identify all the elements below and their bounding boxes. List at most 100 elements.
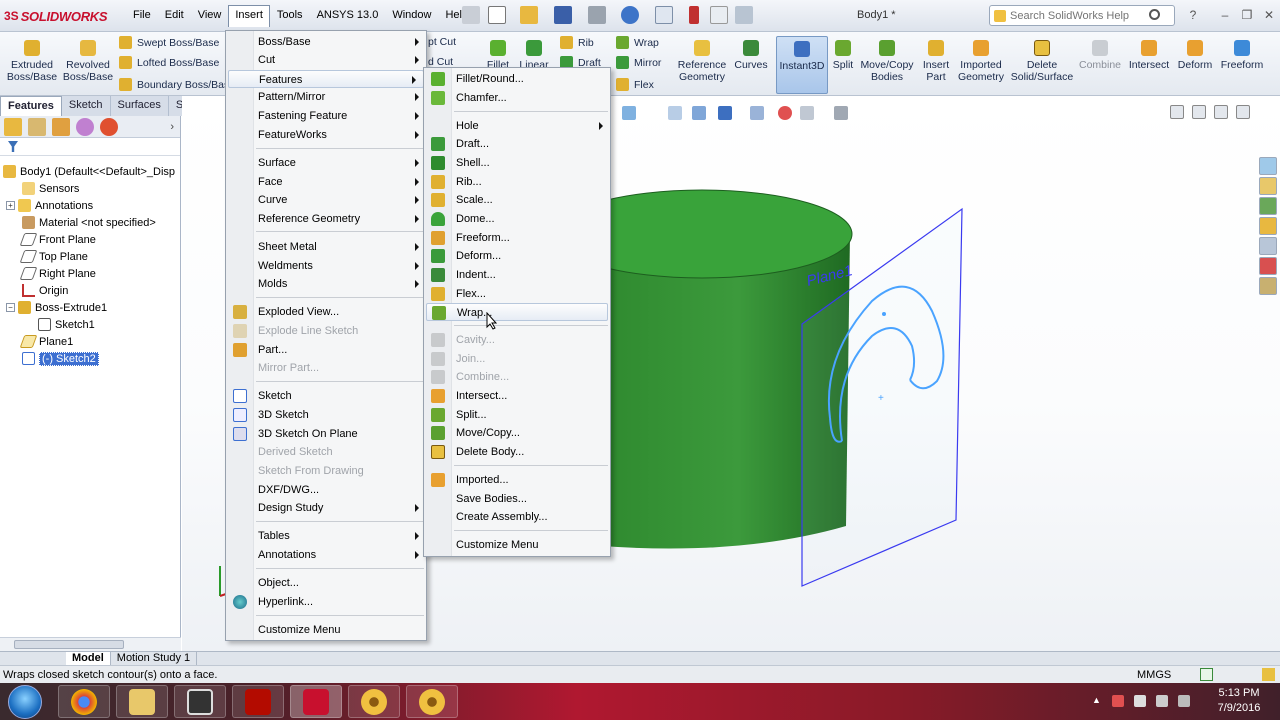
tree-item-sensors[interactable]: Sensors: [22, 180, 79, 197]
tree-item-plane1[interactable]: Plane1: [19, 333, 73, 350]
display-style-icon[interactable]: [718, 106, 732, 120]
appearance-icon[interactable]: [778, 106, 792, 120]
minimize-icon[interactable]: –: [1218, 8, 1232, 22]
notification-icon[interactable]: [1262, 668, 1275, 681]
menu-item-indent[interactable]: Indent...: [424, 266, 610, 284]
taskbar-app-flower1[interactable]: [348, 685, 400, 718]
help-bubble-icon[interactable]: [1200, 668, 1213, 681]
menu-item-weldments[interactable]: Weldments: [226, 257, 426, 275]
viewport-minimize-icon[interactable]: [1192, 105, 1206, 119]
menu-file[interactable]: File: [126, 5, 158, 27]
unit-system[interactable]: MMGS: [1137, 669, 1171, 681]
menu-item-create-assembly[interactable]: Create Assembly...: [424, 508, 610, 526]
help-icon[interactable]: ?: [1186, 8, 1200, 22]
menu-item-fastening-feature[interactable]: Fastening Feature: [226, 107, 426, 125]
tree-item-annotations[interactable]: + Annotations: [6, 197, 93, 214]
tab-surfaces[interactable]: Surfaces: [111, 96, 169, 116]
menu-item-freeform[interactable]: Freeform...: [424, 229, 610, 247]
feature-tree-tab-icon[interactable]: [4, 117, 22, 136]
menu-item-curve[interactable]: Curve: [226, 191, 426, 209]
menu-item-delete-body[interactable]: Delete Body...: [424, 443, 610, 461]
menu-ansys[interactable]: ANSYS 13.0: [310, 5, 386, 27]
custom-properties-icon[interactable]: [1259, 277, 1277, 295]
menu-item-combine[interactable]: Combine...: [424, 368, 610, 386]
file-explorer-icon[interactable]: [1259, 217, 1277, 235]
scene-icon[interactable]: [800, 106, 814, 120]
menu-item-chamfer[interactable]: Chamfer...: [424, 89, 610, 107]
linear-pattern-button[interactable]: Linear: [517, 36, 551, 71]
menu-item-explode-line-sketch[interactable]: Explode Line Sketch: [226, 322, 426, 340]
reference-geometry-button[interactable]: Reference Geometry: [676, 36, 728, 83]
menu-item-fillet-round[interactable]: Fillet/Round...: [424, 70, 610, 88]
view-orientation-icon[interactable]: [668, 106, 682, 120]
taskbar-explorer[interactable]: [116, 685, 168, 718]
deform-button[interactable]: Deform: [1176, 36, 1214, 71]
imported-geometry-button[interactable]: Imported Geometry: [957, 36, 1005, 83]
viewport-tile-icon[interactable]: [1170, 105, 1184, 119]
menu-item-hyperlink[interactable]: Hyperlink...: [226, 593, 426, 611]
menu-item-dxf-dwg[interactable]: DXF/DWG...: [226, 481, 426, 499]
menu-item-part[interactable]: Part...: [226, 341, 426, 359]
intersect-button[interactable]: Intersect: [1126, 36, 1172, 71]
taskbar-solidworks[interactable]: [290, 685, 342, 718]
menu-item-customize-menu[interactable]: Customize Menu: [226, 621, 426, 639]
delete-solid-surface-button[interactable]: Delete Solid/Surface: [1010, 36, 1074, 83]
undo-icon[interactable]: [621, 6, 639, 24]
options-icon[interactable]: [735, 6, 753, 24]
new-document-icon[interactable]: [488, 6, 506, 24]
menu-item-featureworks[interactable]: FeatureWorks: [226, 126, 426, 144]
rebuild-icon[interactable]: [689, 6, 699, 24]
taskbar-acrobat[interactable]: [232, 685, 284, 718]
appearances-icon[interactable]: [1259, 257, 1277, 275]
tray-volume-icon[interactable]: [1178, 695, 1190, 707]
property-manager-tab-icon[interactable]: [28, 117, 46, 136]
flex-button[interactable]: Flex: [616, 78, 654, 91]
collapse-icon[interactable]: −: [6, 303, 15, 312]
menu-item-3d-sketch-on-plane[interactable]: 3D Sketch On Plane: [226, 425, 426, 443]
tree-item-top-plane[interactable]: Top Plane: [19, 248, 88, 265]
tray-flag-icon[interactable]: [1134, 695, 1146, 707]
menu-item-object[interactable]: Object...: [226, 574, 426, 592]
tree-horizontal-scrollbar[interactable]: [0, 637, 181, 651]
swept-boss-button[interactable]: Swept Boss/Base: [119, 36, 219, 49]
menu-item-pattern-mirror[interactable]: Pattern/Mirror: [226, 88, 426, 106]
menu-view[interactable]: View: [191, 5, 229, 27]
tree-item-origin[interactable]: Origin: [22, 282, 68, 299]
print-icon[interactable]: [588, 6, 606, 24]
hide-show-icon[interactable]: [750, 106, 764, 120]
tree-root-part[interactable]: Body1 (Default<<Default>_Disp: [3, 163, 175, 180]
instant3d-button[interactable]: Instant3D: [776, 36, 828, 94]
view-settings-icon[interactable]: [834, 106, 848, 120]
menu-item-design-study[interactable]: Design Study: [226, 499, 426, 517]
menu-item-cut[interactable]: Cut: [226, 51, 426, 69]
tree-item-front-plane[interactable]: Front Plane: [19, 231, 96, 248]
help-search-input[interactable]: [1010, 9, 1150, 22]
curves-button[interactable]: Curves: [733, 36, 769, 71]
menu-item-join[interactable]: Join...: [424, 350, 610, 368]
menu-item-derived-sketch[interactable]: Derived Sketch: [226, 443, 426, 461]
display-manager-tab-icon[interactable]: [100, 117, 118, 136]
view-palette-icon[interactable]: [1259, 237, 1277, 255]
insert-part-button[interactable]: Insert Part: [918, 36, 954, 83]
combine-button[interactable]: Combine: [1078, 36, 1122, 71]
menu-item-sketch-from-drawing[interactable]: Sketch From Drawing: [226, 462, 426, 480]
menu-insert[interactable]: Insert: [228, 5, 270, 27]
taskbar-app-flower2[interactable]: [406, 685, 458, 718]
pin-icon[interactable]: [462, 6, 480, 24]
menu-item-surface[interactable]: Surface: [226, 154, 426, 172]
close-icon[interactable]: ✕: [1262, 8, 1276, 22]
tab-model[interactable]: Model: [66, 651, 111, 666]
lofted-boss-button[interactable]: Lofted Boss/Base: [119, 56, 219, 69]
menu-item-sheet-metal[interactable]: Sheet Metal: [226, 238, 426, 256]
menu-item-annotations[interactable]: Annotations: [226, 546, 426, 564]
restore-icon[interactable]: ❐: [1240, 8, 1254, 22]
start-button[interactable]: [8, 685, 42, 719]
menu-item-scale[interactable]: Scale...: [424, 191, 610, 209]
scrollbar-thumb[interactable]: [14, 640, 124, 649]
menu-item-hole[interactable]: Hole: [424, 117, 610, 135]
tree-item-boss-extrude1[interactable]: − Boss-Extrude1: [6, 299, 107, 316]
menu-item-flex[interactable]: Flex...: [424, 285, 610, 303]
menu-item-face[interactable]: Face: [226, 173, 426, 191]
menu-item-3d-sketch[interactable]: 3D Sketch: [226, 406, 426, 424]
menu-item-split[interactable]: Split...: [424, 406, 610, 424]
